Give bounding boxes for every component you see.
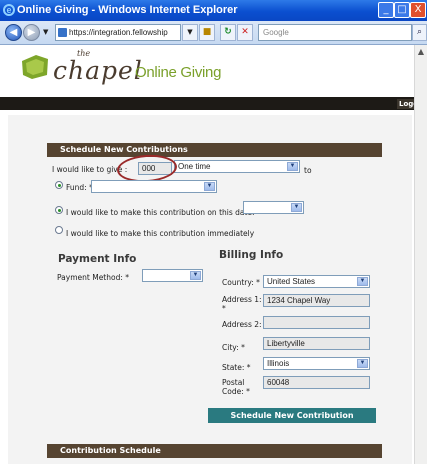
site-navbar: Logo bbox=[0, 97, 414, 110]
address-url: https://integration.fellowship bbox=[69, 28, 168, 37]
city-label: City: * bbox=[222, 343, 245, 352]
fund-select[interactable]: ▼ bbox=[91, 180, 217, 193]
billing-heading: Billing Info bbox=[219, 249, 284, 261]
chapel-logo-icon bbox=[22, 55, 48, 79]
payment-method-label: Payment Method: * bbox=[57, 273, 130, 282]
logout-link[interactable]: Logo bbox=[397, 99, 414, 109]
search-input[interactable]: Google bbox=[258, 24, 412, 41]
country-select[interactable]: United States ▼ bbox=[263, 275, 370, 288]
window-title: Online Giving - Windows Internet Explore… bbox=[17, 4, 238, 16]
chevron-down-icon: ▼ bbox=[287, 162, 298, 171]
address1-input[interactable]: 1234 Chapel Way bbox=[263, 294, 370, 307]
logo-chapel: chapel bbox=[53, 56, 143, 85]
payment-method-select[interactable]: ▼ bbox=[142, 269, 203, 282]
chevron-down-icon: ▼ bbox=[190, 271, 201, 280]
search-icon[interactable]: ⌕ bbox=[412, 24, 427, 41]
date-option-label: I would like to make this contribution o… bbox=[66, 208, 261, 217]
chevron-down-icon: ▼ bbox=[357, 359, 368, 368]
date-select[interactable]: ▼ bbox=[243, 201, 304, 214]
to-label: to bbox=[304, 166, 312, 175]
fund-radio[interactable] bbox=[55, 181, 63, 189]
minimize-button[interactable]: _ bbox=[378, 2, 394, 18]
stop-icon[interactable]: ✕ bbox=[237, 24, 253, 41]
scroll-up-icon[interactable]: ▲ bbox=[415, 45, 427, 59]
chevron-down-icon: ▼ bbox=[357, 277, 368, 286]
history-dropdown-icon[interactable]: ▼ bbox=[43, 28, 48, 36]
date-radio[interactable] bbox=[55, 206, 63, 214]
schedule-contribution-button[interactable]: Schedule New Contribution bbox=[208, 408, 376, 423]
address-dropdown-icon[interactable]: ▼ bbox=[182, 24, 198, 41]
back-button[interactable]: ◀ bbox=[5, 24, 22, 41]
country-label: Country: * bbox=[222, 278, 260, 287]
postal-label: Postal Code: * bbox=[222, 378, 250, 396]
site-title: Online Giving bbox=[135, 64, 222, 81]
city-input[interactable]: Libertyville bbox=[263, 337, 370, 350]
address-bar[interactable]: https://integration.fellowship bbox=[55, 24, 181, 41]
maximize-button[interactable]: □ bbox=[394, 2, 410, 18]
browser-navbar: ◀ ▶ ▼ https://integration.fellowship ▼ ■… bbox=[0, 21, 427, 45]
address2-input[interactable] bbox=[263, 316, 370, 329]
state-select[interactable]: Illinois ▼ bbox=[263, 357, 370, 370]
close-button[interactable]: X bbox=[410, 2, 426, 18]
chevron-down-icon: ▼ bbox=[204, 182, 215, 191]
immediate-radio[interactable] bbox=[55, 226, 63, 234]
forward-button[interactable]: ▶ bbox=[23, 24, 40, 41]
window-titlebar: e Online Giving - Windows Internet Explo… bbox=[0, 0, 427, 21]
refresh-icon[interactable]: ↻ bbox=[220, 24, 236, 41]
chevron-down-icon: ▼ bbox=[291, 203, 302, 212]
fund-label: Fund: * bbox=[66, 183, 93, 192]
address1-label: Address 1: * bbox=[222, 295, 262, 313]
state-label: State: * bbox=[222, 363, 251, 372]
lock-icon[interactable]: ■ bbox=[199, 24, 215, 41]
postal-input[interactable]: 60048 bbox=[263, 376, 370, 389]
contribution-schedule-header: Contribution Schedule bbox=[47, 444, 382, 458]
immediate-option-label: I would like to make this contribution i… bbox=[66, 229, 255, 238]
vertical-scrollbar[interactable]: ▲ bbox=[414, 45, 427, 464]
payment-heading: Payment Info bbox=[58, 253, 137, 265]
schedule-header: Schedule New Contributions bbox=[47, 143, 382, 157]
ie-logo-icon: e bbox=[3, 4, 15, 16]
address2-label: Address 2: bbox=[222, 320, 262, 329]
give-label: I would like to give : bbox=[52, 165, 128, 174]
frequency-select[interactable]: One time ▼ bbox=[174, 160, 300, 173]
page-icon bbox=[58, 28, 67, 37]
